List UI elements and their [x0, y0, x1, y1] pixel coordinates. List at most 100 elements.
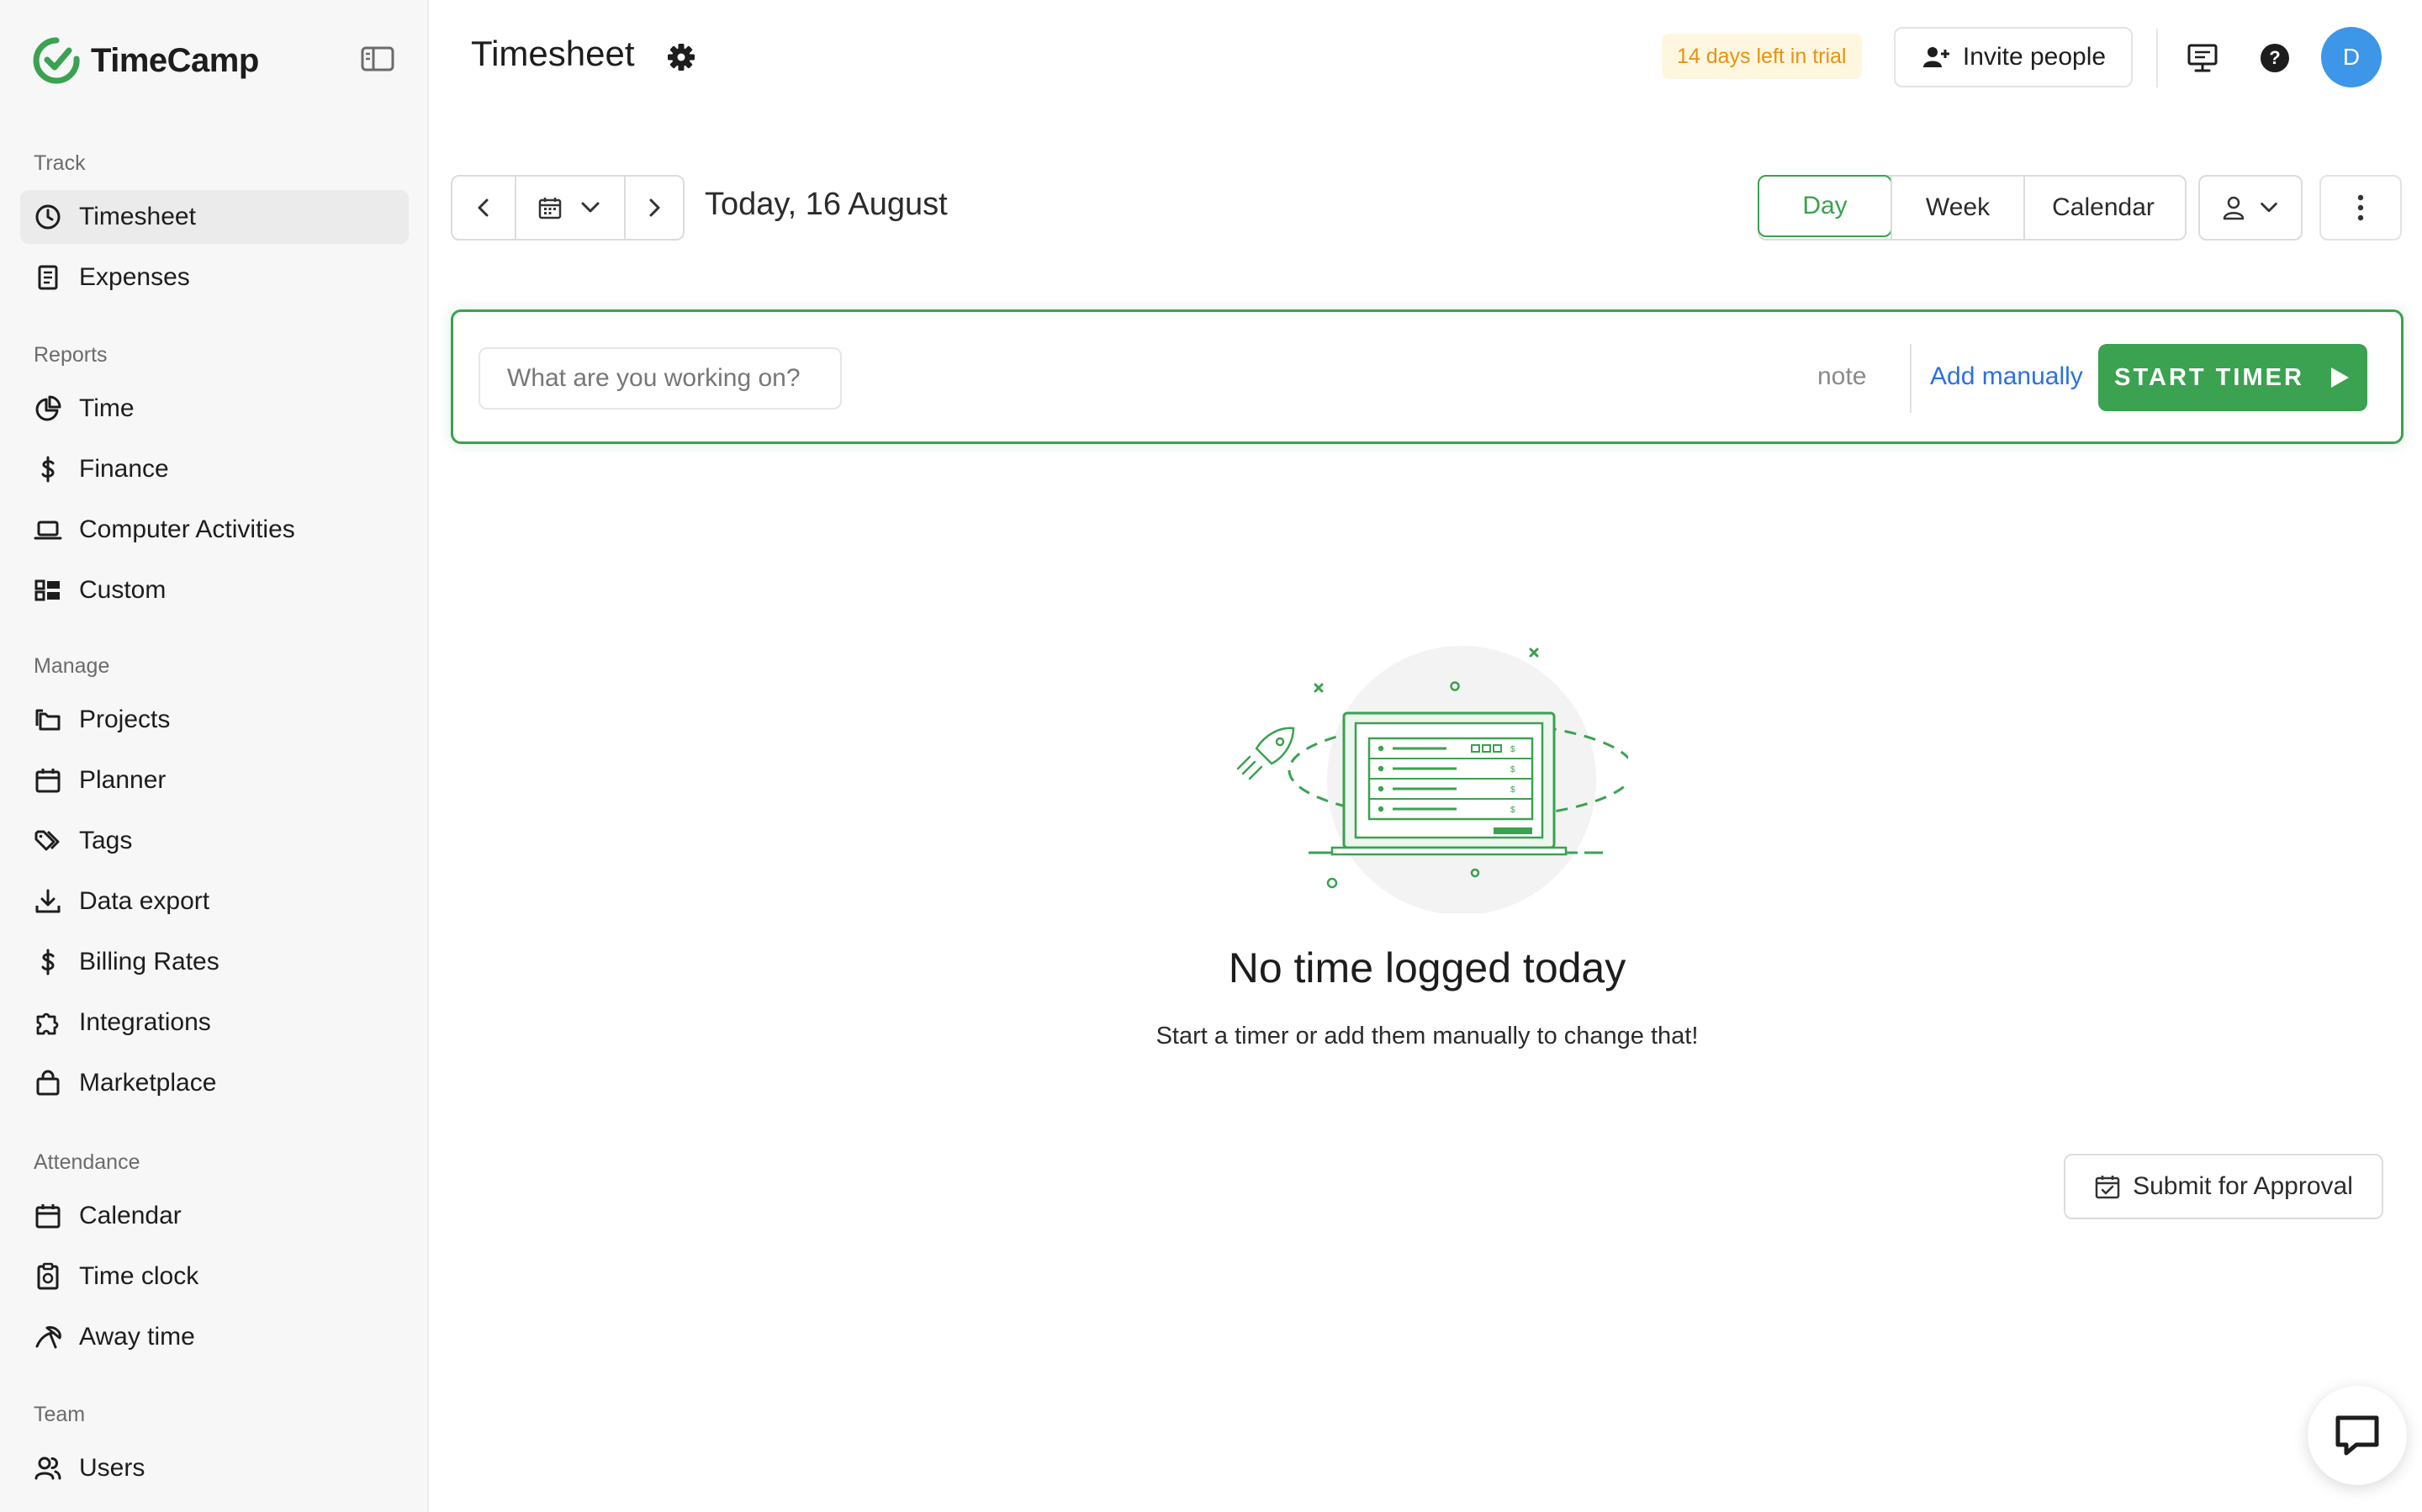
download-icon — [35, 889, 61, 913]
folders-icon — [35, 709, 61, 731]
more-vertical-icon — [2357, 194, 2364, 221]
date-picker-button[interactable] — [515, 177, 624, 239]
current-date-label: Today, 16 August — [705, 187, 948, 222]
sidebar-item-users[interactable]: Users — [20, 1441, 409, 1495]
help-icon[interactable]: ? — [2257, 40, 2292, 76]
sidebar-item-tags[interactable]: Tags — [20, 814, 409, 868]
dollar-icon — [41, 456, 55, 483]
shopping-bag-icon — [36, 1070, 60, 1096]
sidebar-item-data-export[interactable]: Data export — [20, 875, 409, 928]
sidebar-item-integrations[interactable]: Integrations — [20, 996, 409, 1049]
add-manually-link[interactable]: Add manually — [1930, 362, 2083, 391]
clipboard-icon — [37, 1262, 59, 1290]
timer-bar: note Add manually START TIMER — [451, 309, 2403, 444]
svg-text:$: $ — [1510, 765, 1515, 775]
play-icon — [2330, 367, 2349, 388]
svg-text:?: ? — [2269, 47, 2280, 68]
sidebar-item-projects[interactable]: Projects — [20, 693, 409, 747]
task-input[interactable] — [479, 347, 842, 410]
laptop-icon — [34, 521, 62, 540]
sidebar-item-label: Data export — [79, 887, 210, 915]
users-icon — [34, 1456, 61, 1480]
svg-text:$: $ — [1510, 806, 1515, 815]
empty-timesheet-illustration: $ $ $ $ — [1236, 646, 1628, 913]
sidebar-item-label: Away time — [79, 1323, 195, 1351]
gear-icon[interactable] — [666, 42, 696, 72]
note-button[interactable]: note — [1817, 362, 1866, 391]
add-user-icon — [1922, 47, 1949, 67]
previous-day-button[interactable] — [452, 177, 515, 239]
submit-label: Submit for Approval — [2133, 1172, 2353, 1200]
sidebar-item-label: Tags — [79, 827, 133, 854]
next-day-button[interactable] — [624, 177, 683, 239]
more-options-button[interactable] — [2319, 175, 2402, 241]
view-switcher: Day Week Calendar — [1758, 175, 2187, 241]
tags-icon — [34, 830, 60, 851]
away-icon — [35, 1326, 61, 1349]
sidebar-item-calendar[interactable]: Calendar — [20, 1189, 409, 1243]
sidebar-item-label: Billing Rates — [79, 948, 219, 975]
empty-state-subtitle: Start a timer or add them manually to ch… — [1155, 1023, 1699, 1049]
sidebar-item-time[interactable]: Time — [20, 382, 409, 436]
sidebar: TimeCamp Track Timesheet Expenses Report… — [0, 0, 429, 1512]
section-title-team: Team — [34, 1403, 86, 1426]
sidebar-item-label: Planner — [79, 766, 167, 794]
chat-support-button[interactable] — [2308, 1386, 2407, 1485]
trial-badge[interactable]: 14 days left in trial — [1662, 34, 1862, 79]
sidebar-item-time-clock[interactable]: Time clock — [20, 1250, 409, 1303]
tab-week[interactable]: Week — [1891, 177, 2023, 239]
sidebar-item-label: Timesheet — [79, 203, 196, 230]
start-timer-button[interactable]: START TIMER — [2098, 344, 2367, 411]
user-filter-dropdown[interactable] — [2198, 175, 2303, 241]
sidebar-item-label: Computer Activities — [79, 515, 295, 543]
sidebar-item-custom[interactable]: Custom — [20, 563, 409, 617]
sidebar-item-marketplace[interactable]: Marketplace — [20, 1056, 409, 1110]
collapse-sidebar-icon[interactable] — [360, 44, 395, 74]
tab-calendar[interactable]: Calendar — [2023, 177, 2181, 239]
section-title-manage: Manage — [34, 654, 110, 678]
user-icon — [2223, 196, 2245, 220]
header-divider — [2156, 29, 2158, 87]
timecamp-logo-icon — [33, 37, 80, 84]
sidebar-item-label: Finance — [79, 455, 169, 483]
puzzle-icon — [36, 1012, 59, 1035]
section-title-attendance: Attendance — [34, 1150, 140, 1174]
empty-state-title: No time logged today — [1228, 944, 1626, 991]
timer-divider — [1910, 344, 1912, 413]
sidebar-item-expenses[interactable]: Expenses — [20, 251, 409, 304]
svg-text:$: $ — [1510, 785, 1515, 795]
chevron-left-icon — [478, 198, 489, 217]
svg-text:$: $ — [1510, 745, 1515, 754]
section-title-reports: Reports — [34, 343, 108, 367]
tab-day[interactable]: Day — [1758, 175, 1892, 237]
clock-icon — [35, 204, 61, 230]
logo-text: TimeCamp — [91, 41, 259, 79]
sidebar-item-label: Integrations — [79, 1008, 211, 1036]
submit-for-approval-button[interactable]: Submit for Approval — [2064, 1154, 2383, 1219]
logo[interactable]: TimeCamp — [32, 32, 259, 89]
sidebar-item-label: Time — [79, 394, 135, 422]
section-title-track: Track — [34, 151, 86, 175]
sidebar-item-timesheet[interactable]: Timesheet — [20, 190, 409, 244]
date-navigator — [451, 175, 685, 241]
sidebar-item-label: Expenses — [79, 263, 190, 291]
sidebar-item-label: Marketplace — [79, 1069, 217, 1097]
invite-label: Invite people — [1962, 43, 2107, 71]
sidebar-item-label: Users — [79, 1454, 145, 1482]
sidebar-item-billing-rates[interactable]: Billing Rates — [20, 935, 409, 989]
calendar-check-icon — [2095, 1176, 2120, 1199]
sidebar-item-planner[interactable]: Planner — [20, 753, 409, 807]
calendar-icon — [35, 1204, 61, 1229]
chevron-down-icon — [2261, 202, 2277, 213]
sidebar-item-label: Time clock — [79, 1262, 199, 1290]
receipt-icon — [38, 265, 58, 290]
sidebar-item-finance[interactable]: Finance — [20, 442, 409, 496]
invite-people-button[interactable]: Invite people — [1894, 27, 2133, 87]
sidebar-item-label: Calendar — [79, 1202, 182, 1229]
chat-icon — [2335, 1415, 2379, 1456]
avatar[interactable]: D — [2321, 27, 2382, 87]
sidebar-item-away-time[interactable]: Away time — [20, 1310, 409, 1364]
desktop-app-icon[interactable] — [2185, 40, 2220, 76]
sidebar-item-computer-activities[interactable]: Computer Activities — [20, 503, 409, 557]
chevron-down-icon — [581, 202, 600, 213]
